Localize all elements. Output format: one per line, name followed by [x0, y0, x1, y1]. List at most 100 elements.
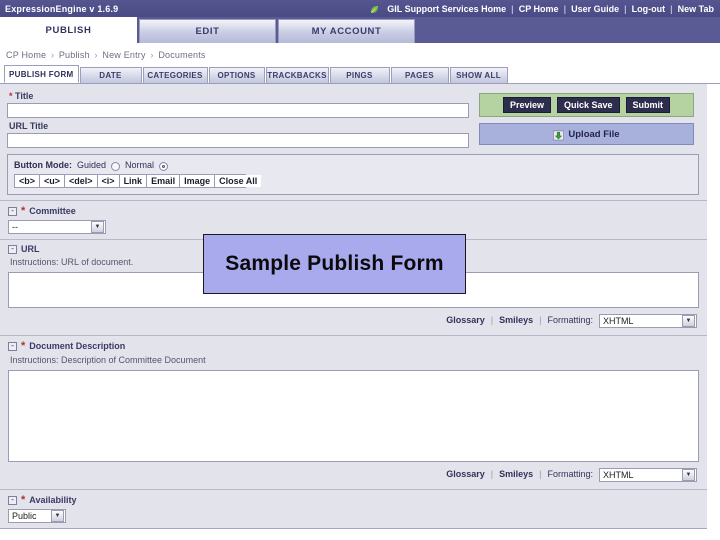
quick-save-button[interactable]: Quick Save: [557, 97, 620, 113]
tag-button-underline[interactable]: <u>: [40, 175, 66, 187]
subtab-categories[interactable]: CATEGORIES: [142, 67, 208, 83]
tag-button-link[interactable]: Link: [119, 175, 148, 187]
description-formatting-label: Formatting:: [547, 468, 593, 479]
url-glossary-link[interactable]: Glossary: [446, 315, 485, 325]
committee-section-header: - * Committee: [8, 205, 707, 217]
description-smileys-link[interactable]: Smileys: [499, 469, 533, 479]
tab-edit[interactable]: EDIT: [139, 19, 276, 43]
availability-select[interactable]: Public ▼: [8, 509, 66, 523]
header-link-new-tab[interactable]: New Tab: [678, 4, 714, 14]
button-mode-label: Button Mode:: [14, 160, 72, 170]
button-mode-row: Button Mode: Guided Normal: [14, 160, 692, 171]
title-label-text: Title: [15, 91, 34, 101]
tools-separator: |: [539, 314, 542, 325]
committee-section-title: Committee: [29, 206, 76, 216]
url-tools-row: Glossary | Smileys | Formatting: XHTML ▼: [0, 308, 707, 330]
section-availability: - * Availability Public ▼: [0, 489, 707, 523]
tag-button-close-all[interactable]: Close All: [215, 175, 262, 187]
action-column: Preview Quick Save Submit Upload File: [476, 88, 700, 148]
availability-section-header: - * Availability: [8, 494, 707, 506]
availability-collapse-toggle[interactable]: -: [8, 495, 17, 505]
required-marker: *: [21, 494, 26, 506]
submit-button[interactable]: Submit: [625, 97, 671, 113]
header-link-log-out[interactable]: Log-out: [632, 4, 665, 14]
header-separator: |: [563, 3, 567, 14]
breadcrumb-item-new-entry[interactable]: New Entry: [102, 50, 145, 60]
tag-button-image[interactable]: Image: [180, 175, 216, 187]
url-formatting-select[interactable]: XHTML ▼: [599, 314, 697, 328]
tag-button-bold[interactable]: <b>: [15, 175, 41, 187]
title-field-label: * Title: [7, 88, 476, 103]
upload-file-label: Upload File: [568, 128, 620, 140]
header-link-cp-home[interactable]: CP Home: [519, 4, 559, 14]
subtab-pings[interactable]: PINGS: [329, 67, 390, 83]
button-mode-guided-label: Guided: [76, 160, 107, 170]
title-input[interactable]: [7, 103, 469, 118]
breadcrumb-separator: ›: [150, 50, 154, 60]
description-formatting-select[interactable]: XHTML ▼: [599, 468, 697, 482]
committee-collapse-toggle[interactable]: -: [8, 206, 17, 216]
committee-select-value: --: [12, 222, 18, 232]
chevron-down-icon: ▼: [51, 510, 64, 522]
subtab-publish-form[interactable]: PUBLISH FORM: [4, 65, 79, 83]
upload-file-button[interactable]: Upload File: [479, 123, 694, 145]
sample-publish-form-callout: Sample Publish Form: [203, 234, 466, 294]
url-formatting-label: Formatting:: [547, 314, 593, 325]
breadcrumb-item-documents: Documents: [158, 50, 206, 60]
preview-button[interactable]: Preview: [502, 97, 551, 113]
subtab-date[interactable]: DATE: [79, 67, 142, 83]
button-mode-guided-radio[interactable]: [111, 161, 121, 171]
tab-publish[interactable]: PUBLISH: [0, 17, 137, 43]
document-description-textarea[interactable]: [9, 371, 698, 461]
breadcrumb-item-cp-home[interactable]: CP Home: [6, 50, 46, 60]
url-smileys-link[interactable]: Smileys: [499, 315, 533, 325]
tag-button-del[interactable]: <del>: [65, 175, 98, 187]
tag-button-email[interactable]: Email: [147, 175, 181, 187]
subtab-trackbacks[interactable]: TRACKBACKS: [265, 67, 329, 83]
header-separator: |: [511, 3, 514, 14]
button-mode-box: Button Mode: Guided Normal <b> <u> <del>…: [7, 154, 699, 195]
section-committee: - * Committee -- ▼: [0, 200, 707, 234]
header-links: GIL Support Services Home | CP Home | Us…: [370, 4, 714, 14]
header-separator: |: [624, 3, 627, 14]
breadcrumb-separator: ›: [50, 50, 55, 60]
tools-separator: |: [539, 468, 542, 479]
callout-text: Sample Publish Form: [225, 252, 444, 275]
leaf-icon: [370, 5, 379, 14]
required-marker: *: [9, 91, 13, 101]
button-mode-normal-radio[interactable]: [159, 161, 169, 171]
document-description-section-title: Document Description: [29, 341, 126, 351]
document-description-tools-row: Glossary | Smileys | Formatting: XHTML ▼: [0, 462, 707, 484]
subtab-pages[interactable]: PAGES: [390, 67, 449, 83]
tab-my-account[interactable]: MY ACCOUNT: [278, 19, 415, 43]
header-separator: |: [670, 3, 673, 14]
tag-button-bar: <b> <u> <del> <i> Link Email Image Close…: [14, 174, 262, 188]
action-button-group: Preview Quick Save Submit: [479, 93, 694, 117]
app-header: ExpressionEngine v 1.6.9 GIL Support Ser…: [0, 0, 720, 17]
tag-button-italic[interactable]: <i>: [97, 175, 120, 187]
availability-select-value: Public: [12, 511, 37, 521]
header-link-user-guide[interactable]: User Guide: [571, 4, 619, 14]
breadcrumb: CP Home › Publish › New Entry › Document…: [0, 43, 720, 66]
section-document-description: - * Document Description Instructions: D…: [0, 335, 707, 365]
subtab-options[interactable]: OPTIONS: [208, 67, 265, 83]
subtab-show-all[interactable]: SHOW ALL: [449, 67, 508, 83]
breadcrumb-separator: ›: [94, 50, 98, 60]
title-action-row: * Title URL Title Preview Quick Save Sub…: [0, 88, 707, 148]
url-title-input[interactable]: [7, 133, 469, 148]
description-glossary-link[interactable]: Glossary: [446, 469, 485, 479]
description-formatting-value: XHTML: [603, 470, 634, 480]
document-description-collapse-toggle[interactable]: -: [8, 341, 17, 351]
main-tab-bar: PUBLISH EDIT MY ACCOUNT: [0, 17, 720, 43]
required-marker: *: [21, 340, 26, 352]
title-fields-column: * Title URL Title: [0, 88, 476, 148]
breadcrumb-item-publish[interactable]: Publish: [59, 50, 90, 60]
document-description-textarea-wrapper: [8, 370, 699, 462]
url-section-title: URL: [21, 244, 40, 254]
tools-separator: |: [490, 314, 494, 325]
committee-select[interactable]: -- ▼: [8, 220, 106, 234]
url-collapse-toggle[interactable]: -: [8, 244, 17, 254]
document-description-instructions: Instructions: Description of Committee D…: [10, 355, 206, 365]
button-mode-normal-label: Normal: [125, 160, 155, 170]
header-link-gil-support-services-home[interactable]: GIL Support Services Home: [387, 4, 506, 14]
